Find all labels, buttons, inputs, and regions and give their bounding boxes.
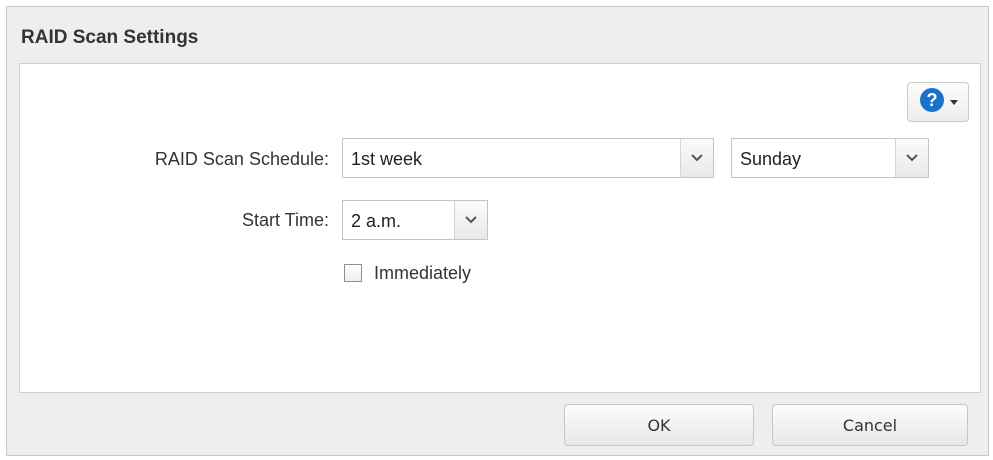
schedule-week-value: 1st week <box>351 149 423 169</box>
chevron-down-icon[interactable] <box>895 139 928 177</box>
schedule-day-value: Sunday <box>740 149 802 169</box>
settings-panel: ? RAID Scan Schedule: 1st week Sunday St… <box>19 63 981 393</box>
dialog-title: RAID Scan Settings <box>21 27 199 48</box>
svg-text:?: ? <box>926 90 937 110</box>
chevron-down-icon <box>949 99 958 105</box>
start-time-value: 2 a.m. <box>351 211 402 231</box>
immediately-checkbox[interactable] <box>344 264 362 282</box>
help-circle-icon: ? <box>919 87 945 118</box>
schedule-week-select[interactable]: 1st week <box>342 138 714 178</box>
start-time-select[interactable]: 2 a.m. <box>342 200 488 240</box>
cancel-button[interactable]: Cancel <box>772 404 968 446</box>
chevron-down-icon[interactable] <box>680 139 713 177</box>
schedule-label: RAID Scan Schedule: <box>154 149 329 169</box>
immediately-label[interactable]: Immediately <box>374 263 471 284</box>
chevron-down-icon[interactable] <box>454 201 487 239</box>
ok-button[interactable]: OK <box>564 404 754 446</box>
schedule-day-select[interactable]: Sunday <box>731 138 929 178</box>
start-time-label: Start Time: <box>241 210 329 230</box>
raid-scan-settings-dialog: RAID Scan Settings ? RAID Scan Schedule:… <box>6 6 989 456</box>
help-button[interactable]: ? <box>907 82 969 122</box>
